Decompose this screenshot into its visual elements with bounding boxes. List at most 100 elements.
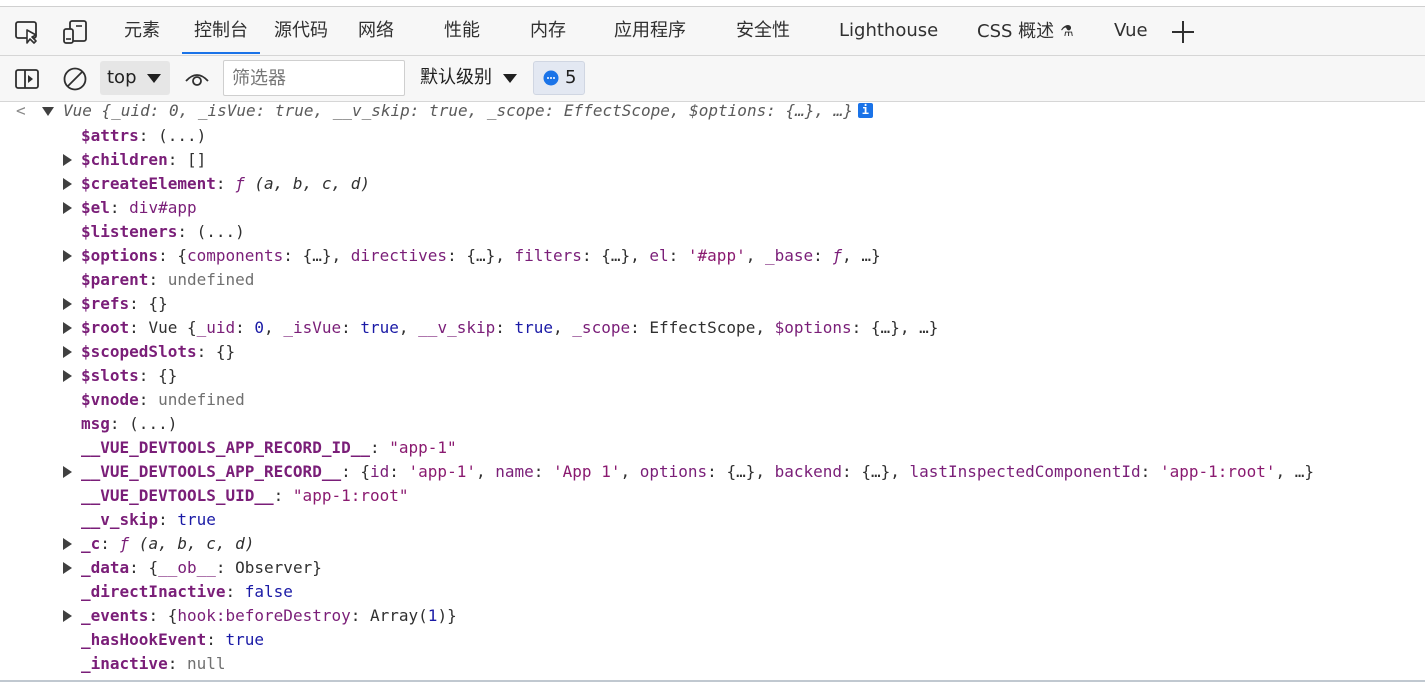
property-key: _events xyxy=(81,606,149,625)
property-separator: : xyxy=(109,198,130,217)
property-key: $refs xyxy=(81,294,130,313)
property-row: _hasHookEvent: true xyxy=(81,628,264,652)
property-separator: : xyxy=(100,534,120,553)
expand-triangle-icon[interactable] xyxy=(63,298,72,310)
property-value: {id: 'app-1', name: 'App 1', options: {…… xyxy=(360,462,1315,481)
property-separator: : xyxy=(148,606,168,625)
tab-css-overview[interactable]: CSS 概述 ⚗ xyxy=(977,7,1074,55)
property-key: $vnode xyxy=(81,390,139,409)
log-level-selector[interactable]: 默认级别 xyxy=(420,61,520,95)
tab-console[interactable]: 控制台 xyxy=(182,7,260,55)
property-key: _directInactive xyxy=(81,582,226,601)
tab-lighthouse[interactable]: Lighthouse xyxy=(839,7,938,55)
property-separator: : xyxy=(158,246,178,265)
expand-triangle-icon[interactable] xyxy=(63,562,72,574)
add-tab-icon[interactable] xyxy=(1170,19,1196,45)
property-separator: : xyxy=(129,318,149,337)
object-preview-text: {_uid: 0, _isVue: true, __v_skip: true, … xyxy=(91,101,853,120)
property-value: Vue {_uid: 0, _isVue: true, __v_skip: tr… xyxy=(148,318,939,337)
property-key: __VUE_DEVTOOLS_APP_RECORD__ xyxy=(81,462,342,481)
property-row[interactable]: $root: Vue {_uid: 0, _isVue: true, __v_s… xyxy=(81,316,938,340)
window-top-border xyxy=(0,0,1425,7)
flask-icon: ⚗ xyxy=(1060,22,1074,40)
live-expression-eye-icon[interactable] xyxy=(184,66,210,92)
tab-memory[interactable]: 内存 xyxy=(530,7,566,55)
property-separator: : xyxy=(129,294,149,313)
message-count-badge[interactable]: 5 xyxy=(533,61,585,95)
clear-console-icon[interactable] xyxy=(62,66,88,92)
expand-triangle-icon[interactable] xyxy=(63,250,72,262)
property-value: {} xyxy=(158,366,178,385)
tab-security[interactable]: 安全性 xyxy=(736,7,790,55)
object-summary-row[interactable]: < Vue {_uid: 0, _isVue: true, __v_skip: … xyxy=(0,99,1425,123)
property-key: _data xyxy=(81,558,130,577)
tab-elements[interactable]: 元素 xyxy=(124,7,160,55)
filter-input[interactable] xyxy=(223,60,405,96)
tab-network[interactable]: 网络 xyxy=(358,7,394,55)
property-key: __VUE_DEVTOOLS_UID__ xyxy=(81,486,274,505)
property-key: $children xyxy=(81,150,168,169)
property-row[interactable]: _c: ƒ (a, b, c, d) xyxy=(81,532,254,556)
result-caret-icon: < xyxy=(16,101,26,120)
tab-application[interactable]: 应用程序 xyxy=(614,7,686,55)
property-key: _inactive xyxy=(81,654,168,673)
property-row[interactable]: $el: div#app xyxy=(81,196,197,220)
property-row[interactable]: $refs: {} xyxy=(81,292,168,316)
context-selector[interactable]: top xyxy=(100,61,170,95)
expand-triangle-icon[interactable] xyxy=(63,466,72,478)
property-value: {__ob__: Observer} xyxy=(148,558,322,577)
property-row[interactable]: $children: [] xyxy=(81,148,206,172)
message-count: 5 xyxy=(565,67,577,88)
property-separator: : xyxy=(177,222,197,241)
property-value: ƒ (a, b, c, d) xyxy=(119,534,255,553)
property-value: div#app xyxy=(129,198,197,217)
expand-triangle-icon[interactable] xyxy=(63,322,72,334)
info-icon[interactable]: i xyxy=(857,103,873,118)
property-key: $parent xyxy=(81,270,149,289)
property-value: {hook:beforeDestroy: Array(1)} xyxy=(167,606,457,625)
chevron-down-icon xyxy=(147,74,161,83)
tab-vue[interactable]: Vue xyxy=(1114,7,1148,55)
expand-triangle-icon[interactable] xyxy=(63,178,72,190)
property-key: __v_skip xyxy=(81,510,159,529)
property-value: {components: {…}, directives: {…}, filte… xyxy=(177,246,881,265)
property-separator: : xyxy=(215,174,236,193)
device-toolbar-icon[interactable] xyxy=(62,19,88,45)
property-row[interactable]: $scopedSlots: {} xyxy=(81,340,235,364)
property-separator: : xyxy=(369,438,390,457)
tab-sources[interactable]: 源代码 xyxy=(274,7,328,55)
property-value: (...) xyxy=(196,222,245,241)
property-key: $root xyxy=(81,318,130,337)
property-row[interactable]: _events: {hook:beforeDestroy: Array(1)} xyxy=(81,604,457,628)
sidebar-toggle-icon[interactable] xyxy=(14,66,40,92)
expand-triangle-icon[interactable] xyxy=(63,610,72,622)
collapse-triangle-icon[interactable] xyxy=(42,107,54,116)
console-toolbar: top 默认级别 5 xyxy=(0,56,1425,102)
property-row[interactable]: $options: {components: {…}, directives: … xyxy=(81,244,881,268)
property-value: [] xyxy=(186,150,207,169)
property-key: $el xyxy=(81,198,110,217)
property-key: _hasHookEvent xyxy=(81,630,207,649)
devtools-window: 元素 控制台 源代码 网络 性能 内存 应用程序 安全性 Lighthouse … xyxy=(0,0,1425,683)
property-value: (...) xyxy=(129,414,178,433)
object-class-name: Vue xyxy=(63,101,92,120)
property-row[interactable]: _data: {__ob__: Observer} xyxy=(81,556,322,580)
property-separator: : xyxy=(138,390,159,409)
property-row: __VUE_DEVTOOLS_UID__: "app-1:root" xyxy=(81,484,409,508)
property-row[interactable]: $createElement: ƒ (a, b, c, d) xyxy=(81,172,370,196)
property-value: "app-1" xyxy=(389,438,457,457)
expand-triangle-icon[interactable] xyxy=(63,202,72,214)
inspect-element-icon[interactable] xyxy=(14,19,40,45)
tab-bar: 元素 控制台 源代码 网络 性能 内存 应用程序 安全性 Lighthouse … xyxy=(0,7,1425,56)
expand-triangle-icon[interactable] xyxy=(63,346,72,358)
expand-triangle-icon[interactable] xyxy=(63,538,72,550)
tab-css-overview-label: CSS 概述 xyxy=(977,21,1055,42)
expand-triangle-icon[interactable] xyxy=(63,154,72,166)
property-row[interactable]: __VUE_DEVTOOLS_APP_RECORD__: {id: 'app-1… xyxy=(81,460,1314,484)
property-key: $attrs xyxy=(81,126,139,145)
property-row[interactable]: $slots: {} xyxy=(81,364,177,388)
property-row: __v_skip: true xyxy=(81,508,216,532)
tab-performance[interactable]: 性能 xyxy=(444,7,480,55)
message-bubble-icon xyxy=(543,70,559,86)
expand-triangle-icon[interactable] xyxy=(63,370,72,382)
